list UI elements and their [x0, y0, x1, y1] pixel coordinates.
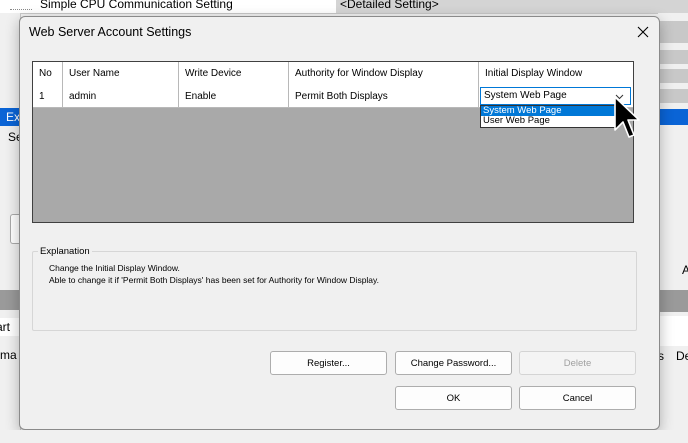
- background-right-cell: [658, 50, 688, 64]
- dropdown-options-list: System Web Page User Web Page: [480, 105, 618, 128]
- tree-connector: [10, 0, 32, 10]
- explanation-line-2: Able to change it if 'Permit Both Displa…: [49, 275, 380, 285]
- cell-no[interactable]: 1: [33, 86, 63, 107]
- column-header-authority: Authority for Window Display: [289, 62, 479, 86]
- grid-header-row: No User Name Write Device Authority for …: [33, 62, 633, 87]
- web-server-account-settings-dialog: Web Server Account Settings No User Name…: [19, 16, 660, 430]
- background-right-cell: [658, 89, 688, 103]
- delete-button[interactable]: Delete: [519, 351, 636, 375]
- column-header-write-device: Write Device: [179, 62, 289, 86]
- cell-write-device[interactable]: Enable: [179, 86, 289, 107]
- tree-item-label: Simple CPU Communication Setting: [40, 0, 233, 11]
- register-button[interactable]: Register...: [270, 351, 387, 375]
- explanation-legend: Explanation: [38, 246, 92, 257]
- background-left-header-bar: [0, 290, 20, 310]
- background-left-column: rma: [0, 348, 17, 362]
- cancel-button[interactable]: Cancel: [519, 386, 636, 410]
- background-right-selected: [658, 109, 688, 125]
- change-password-button[interactable]: Change Password...: [395, 351, 512, 375]
- background-right-white: [658, 316, 688, 346]
- close-button[interactable]: [631, 21, 655, 43]
- close-icon: [637, 26, 649, 38]
- cell-user-name[interactable]: admin: [63, 86, 179, 107]
- column-header-no: No: [33, 62, 63, 86]
- dropdown-option-user-web-page[interactable]: User Web Page: [481, 116, 617, 126]
- background-right-cell: [658, 21, 688, 43]
- dialog-title: Web Server Account Settings: [29, 25, 192, 39]
- initial-display-window-dropdown[interactable]: System Web Page: [480, 87, 631, 105]
- explanation-group: Explanation Change the Initial Display W…: [32, 246, 637, 331]
- explanation-line-1: Change the Initial Display Window.: [49, 263, 180, 273]
- background-right-panel: A s De: [658, 13, 688, 443]
- background-right-text: A: [682, 263, 688, 277]
- column-header-initial-display-window: Initial Display Window: [485, 68, 583, 79]
- account-grid: No User Name Write Device Authority for …: [32, 61, 634, 223]
- background-selected-row: Ex: [0, 108, 20, 126]
- dropdown-selected-value: System Web Page: [484, 90, 567, 101]
- background-right-column-de: De: [676, 349, 688, 363]
- column-header-user-name: User Name: [63, 62, 179, 86]
- tree-item-value-cell: <Detailed Setting>: [336, 0, 688, 13]
- background-right-cell: [658, 69, 688, 83]
- tree-item-value: <Detailed Setting>: [340, 0, 439, 11]
- background-tree-row: Simple CPU Communication Setting <Detail…: [0, 0, 688, 14]
- chevron-down-icon[interactable]: [615, 92, 624, 101]
- background-left-tab: art W: [0, 318, 20, 336]
- background-right-header-bar: [658, 290, 688, 312]
- cell-authority[interactable]: Permit Both Displays: [289, 86, 479, 107]
- ok-button[interactable]: OK: [395, 386, 512, 410]
- background-bottom-strip: [0, 430, 688, 443]
